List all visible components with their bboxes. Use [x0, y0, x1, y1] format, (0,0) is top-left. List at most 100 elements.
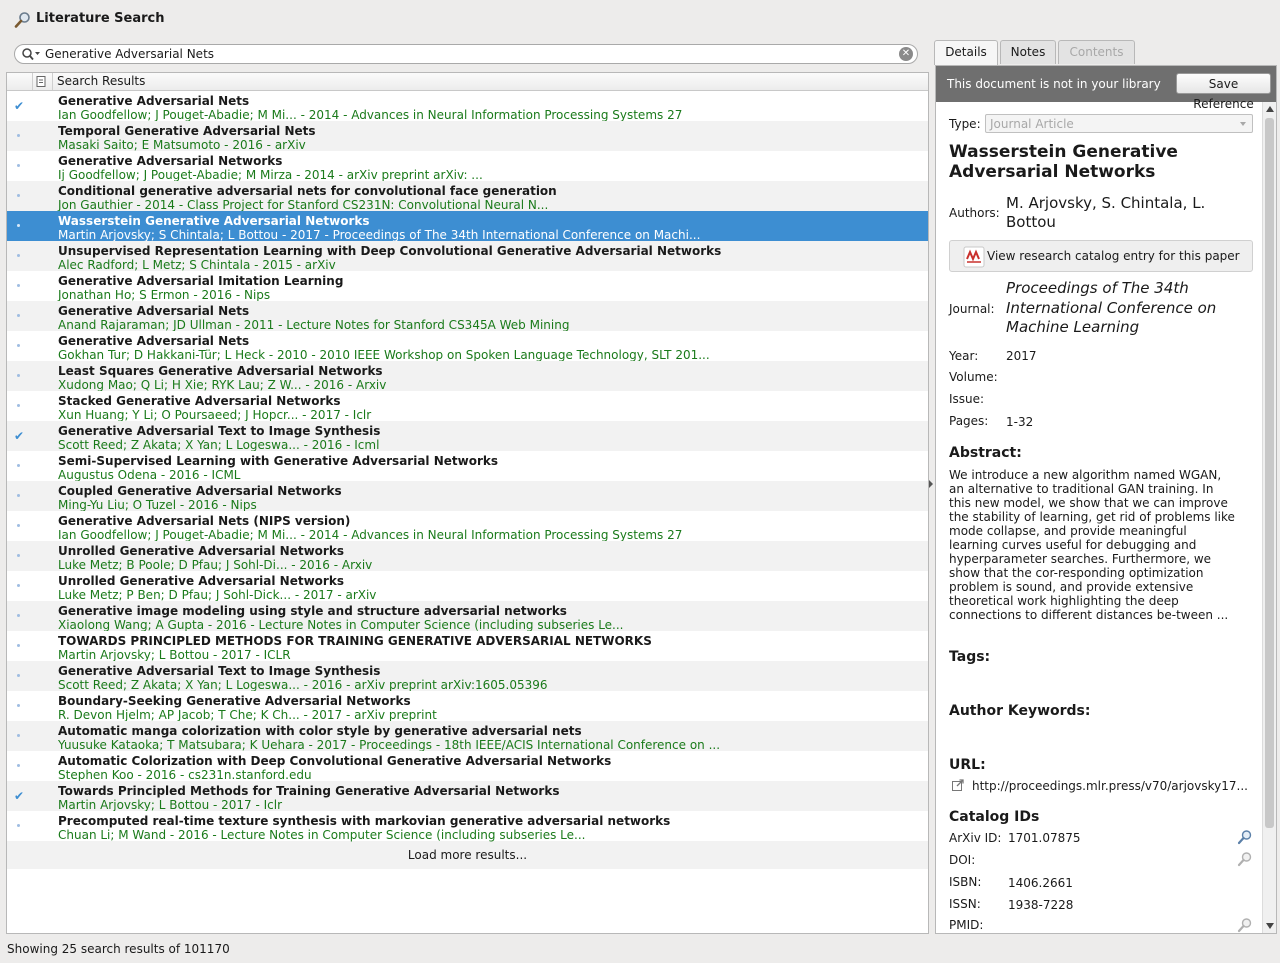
result-row[interactable]: ✔ Generative Adversarial Text to Image Sy…	[7, 421, 928, 452]
arxiv-value: 1701.07875	[1008, 831, 1081, 845]
pages-label: Pages:	[949, 414, 989, 428]
document-column-header[interactable]	[32, 73, 53, 90]
isbn-value: 1406.2661	[1008, 876, 1073, 890]
result-title: Least Squares Generative Adversarial Net…	[58, 364, 383, 378]
arxiv-lookup-icon[interactable]	[1237, 829, 1253, 845]
not-in-library-dot-icon	[17, 674, 20, 677]
result-subtitle: Chuan Li; M Wand - 2016 - Lecture Notes …	[58, 828, 586, 842]
search-field[interactable]: ✕	[14, 44, 918, 64]
result-title: Generative Adversarial Nets (NIPS versio…	[58, 514, 351, 528]
results-column-header[interactable]: Search Results	[57, 74, 145, 88]
result-row[interactable]: Precomputed real-time texture synthesis …	[7, 811, 928, 842]
in-library-check-icon: ✔	[13, 99, 25, 113]
url-link[interactable]: http://proceedings.mlr.press/v70/arjovsk…	[972, 779, 1248, 793]
result-row[interactable]: Generative Adversarial Text to Image Syn…	[7, 661, 928, 692]
type-select[interactable]: Journal Article	[985, 114, 1253, 133]
scroll-up-icon[interactable]	[1266, 106, 1274, 112]
result-row[interactable]: Generative Adversarial Nets (NIPS versio…	[7, 511, 928, 542]
not-in-library-dot-icon	[17, 224, 20, 227]
result-row[interactable]: Coupled Generative Adversarial Networks M…	[7, 481, 928, 512]
not-in-library-dot-icon	[17, 584, 20, 587]
result-row[interactable]: Automatic manga colorization with color …	[7, 721, 928, 752]
tab-contents[interactable]: Contents	[1058, 40, 1135, 64]
not-in-library-dot-icon	[17, 524, 20, 527]
result-row[interactable]: Generative Adversarial Imitation Learnin…	[7, 271, 928, 302]
abstract-heading: Abstract:	[949, 445, 1022, 461]
result-subtitle: Ian Goodfellow; J Pouget-Abadie; M Mi...…	[58, 528, 683, 542]
tab-notes[interactable]: Notes	[1000, 40, 1056, 64]
result-row[interactable]: Automatic Colorization with Deep Convolu…	[7, 751, 928, 782]
result-row[interactable]: ✔ Towards Principled Methods for Training…	[7, 781, 928, 812]
clear-search-icon[interactable]: ✕	[899, 47, 913, 61]
result-subtitle: R. Devon Hjelm; AP Jacob; T Che; K Ch...…	[58, 708, 437, 722]
not-in-library-dot-icon	[17, 644, 20, 647]
result-subtitle: Luke Metz; B Poole; D Pfau; J Sohl-Di...…	[58, 558, 373, 572]
in-library-check-icon: ✔	[13, 789, 25, 803]
result-title: TOWARDS PRINCIPLED METHODS FOR TRAINING …	[58, 634, 652, 648]
results-header: Search Results	[7, 73, 928, 91]
result-subtitle: Jonathan Ho; S Ermon - 2016 - Nips	[58, 288, 271, 302]
external-link-icon[interactable]	[951, 778, 965, 792]
tab-details[interactable]: Details	[934, 40, 998, 65]
search-input[interactable]	[45, 46, 895, 62]
result-row[interactable]: Wasserstein Generative Adversarial Netwo…	[7, 211, 928, 242]
result-title: Semi-Supervised Learning with Generative…	[58, 454, 498, 468]
doi-lookup-icon[interactable]	[1237, 851, 1253, 867]
volume-label: Volume:	[949, 370, 998, 384]
result-row[interactable]: Least Squares Generative Adversarial Net…	[7, 361, 928, 392]
scrollbar-thumb[interactable]	[1265, 118, 1274, 828]
result-subtitle: Alec Radford; L Metz; S Chintala - 2015 …	[58, 258, 336, 272]
abstract-text: We introduce a new algorithm named WGAN,…	[949, 468, 1235, 622]
result-subtitle: Masaki Saito; E Matsumoto - 2016 - arXiv	[58, 138, 306, 152]
result-row[interactable]: TOWARDS PRINCIPLED METHODS FOR TRAINING …	[7, 631, 928, 662]
scroll-down-icon[interactable]	[1266, 923, 1274, 929]
result-subtitle: Martin Arjovsky; S Chintala; L Bottou - …	[58, 228, 701, 242]
doi-label: DOI:	[949, 853, 976, 867]
result-subtitle: Scott Reed; Z Akata; X Yan; L Logeswa...…	[58, 678, 548, 692]
result-title: Coupled Generative Adversarial Networks	[58, 484, 342, 498]
not-in-library-dot-icon	[17, 164, 20, 167]
pmid-label: PMID:	[949, 918, 984, 932]
result-row[interactable]: Semi-Supervised Learning with Generative…	[7, 451, 928, 482]
search-results-list[interactable]: Search Results ✔ Generative Adversarial N…	[6, 72, 929, 934]
details-scrollbar[interactable]	[1262, 102, 1276, 933]
tags-heading: Tags:	[949, 649, 991, 665]
not-in-library-dot-icon	[17, 374, 20, 377]
result-title: Automatic Colorization with Deep Convolu…	[58, 754, 612, 768]
result-row[interactable]: Generative Adversarial Nets Gokhan Tur; D…	[7, 331, 928, 362]
pane-splitter[interactable]	[929, 466, 934, 506]
result-row[interactable]: Conditional generative adversarial nets …	[7, 181, 928, 212]
search-icon[interactable]	[21, 47, 43, 61]
result-title: Generative Adversarial Nets	[58, 94, 250, 108]
load-more-button[interactable]: Load more results...	[7, 841, 928, 869]
result-row[interactable]: Unrolled Generative Adversarial Networks…	[7, 571, 928, 602]
result-row[interactable]: Unsupervised Representation Learning wit…	[7, 241, 928, 272]
type-label: Type:	[949, 117, 981, 131]
result-row[interactable]: Temporal Generative Adversarial Nets Masa…	[7, 121, 928, 152]
magnifier-icon	[14, 12, 30, 28]
status-column-header[interactable]	[7, 73, 33, 90]
result-subtitle: Martin Arjovsky; L Bottou - 2017 - ICLR	[58, 648, 291, 662]
year-label: Year:	[949, 349, 979, 363]
issn-label: ISSN:	[949, 897, 981, 911]
not-in-library-dot-icon	[17, 554, 20, 557]
result-row[interactable]: Unrolled Generative Adversarial Networks…	[7, 541, 928, 572]
not-in-library-dot-icon	[17, 254, 20, 257]
result-row[interactable]: Generative image modeling using style an…	[7, 601, 928, 632]
arxiv-label: ArXiv ID:	[949, 831, 1002, 845]
result-row[interactable]: ✔ Generative Adversarial Nets Ian Goodfell…	[7, 91, 928, 122]
pmid-lookup-icon[interactable]	[1237, 917, 1253, 933]
result-subtitle: Ij Goodfellow; J Pouget-Abadie; M Mirza …	[58, 168, 483, 182]
result-title: Generative Adversarial Nets	[58, 334, 250, 348]
view-catalog-button[interactable]: View research catalog entry for this pap…	[949, 240, 1253, 272]
result-subtitle: Gokhan Tur; D Hakkani-Tür; L Heck - 2010…	[58, 348, 710, 362]
save-reference-button[interactable]: Save Reference	[1176, 73, 1271, 111]
journal-value: Proceedings of The 34th International Co…	[1006, 279, 1217, 336]
result-subtitle: Scott Reed; Z Akata; X Yan; L Logeswa...…	[58, 438, 380, 452]
result-row[interactable]: Stacked Generative Adversarial Networks X…	[7, 391, 928, 422]
result-title: Towards Principled Methods for Training …	[58, 784, 560, 798]
result-row[interactable]: Generative Adversarial Nets Anand Rajaram…	[7, 301, 928, 332]
result-row[interactable]: Boundary-Seeking Generative Adversarial …	[7, 691, 928, 722]
result-subtitle: Xudong Mao; Q Li; H Xie; RYK Lau; Z W...…	[58, 378, 387, 392]
result-row[interactable]: Generative Adversarial Networks Ij Goodfe…	[7, 151, 928, 182]
